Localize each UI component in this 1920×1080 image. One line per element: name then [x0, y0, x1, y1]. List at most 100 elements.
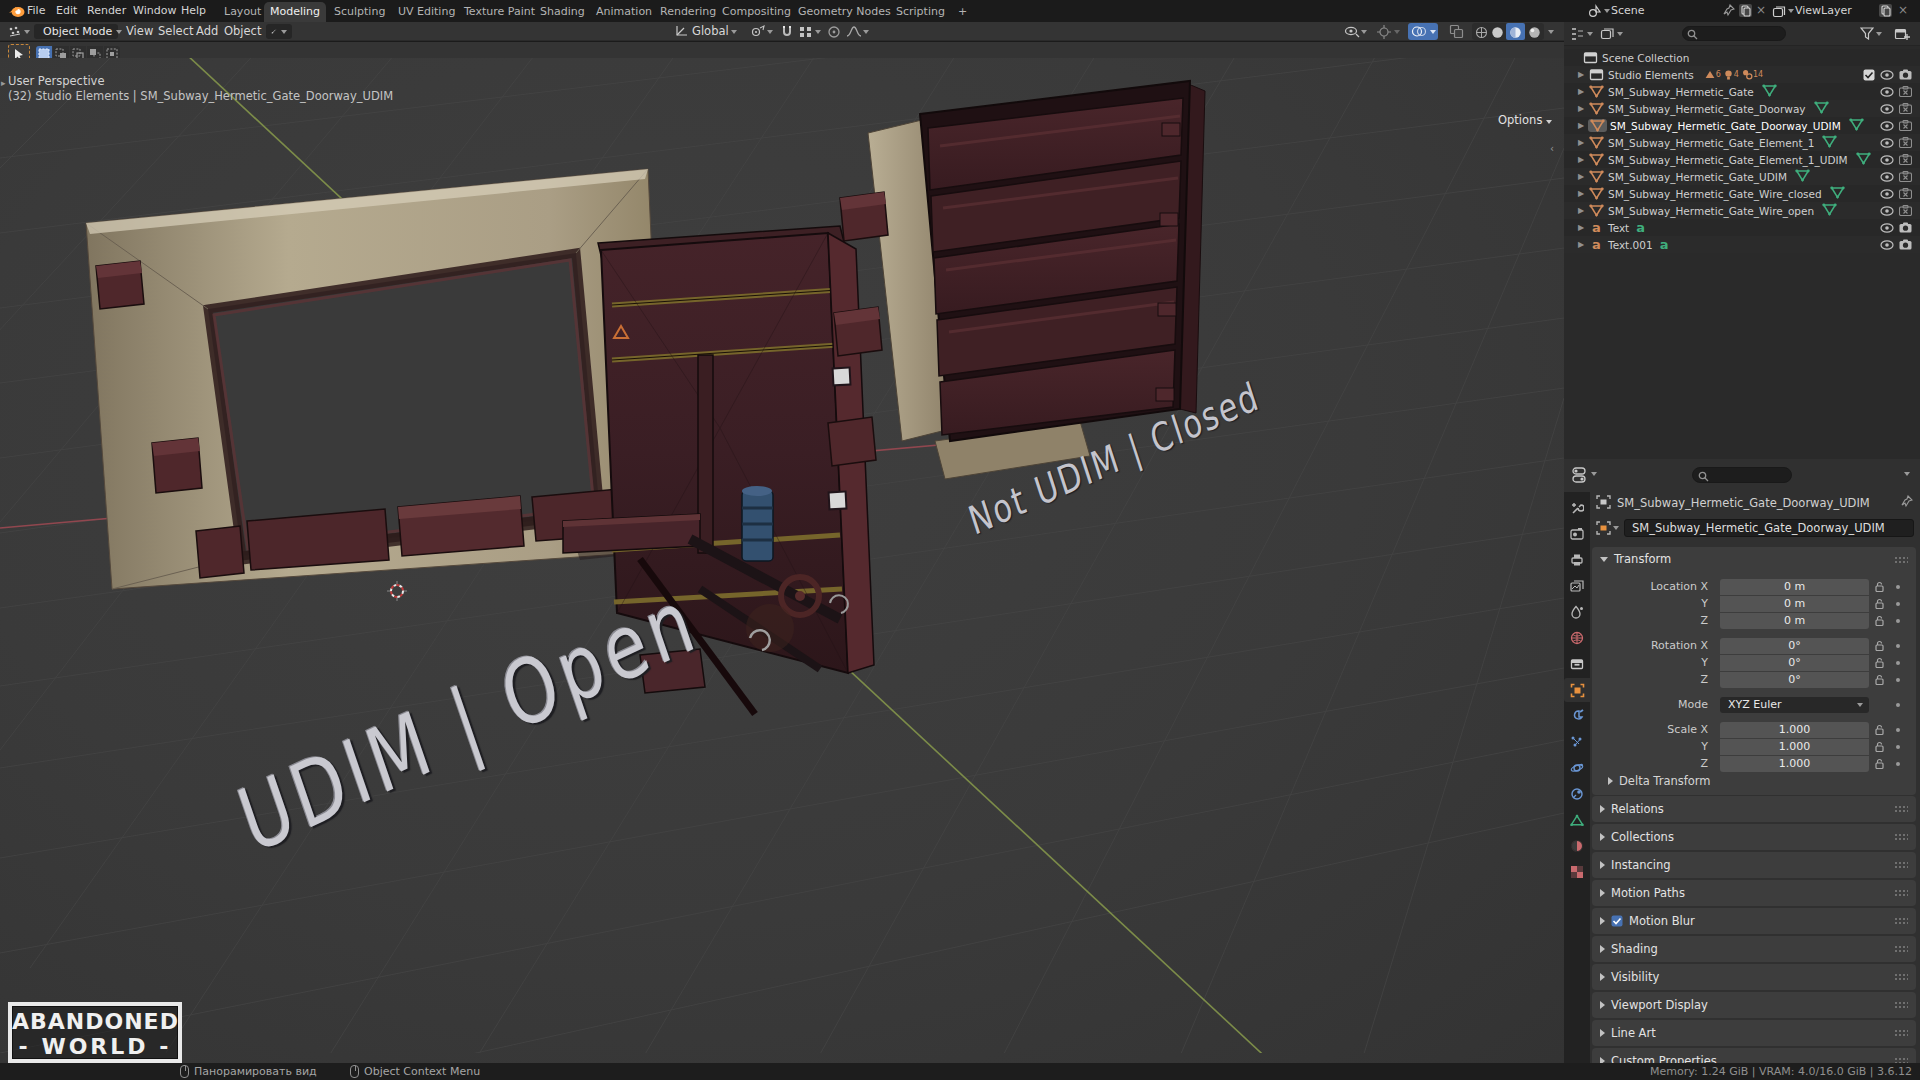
panel-relations[interactable]: Relations: [1592, 796, 1916, 822]
lock-icon[interactable]: [1874, 741, 1885, 753]
panel-motion-paths[interactable]: Motion Paths: [1592, 880, 1916, 906]
pin-id-icon[interactable]: [1900, 495, 1913, 508]
scale-y-field[interactable]: 1.000: [1720, 739, 1869, 755]
panel-shading[interactable]: Shading: [1592, 936, 1916, 962]
render-camera-icon[interactable]: [1899, 222, 1912, 233]
disable-render-icon[interactable]: [1899, 103, 1912, 114]
expand-arrow[interactable]: ▶: [1578, 223, 1588, 232]
xray-toggle-icon[interactable]: [1449, 24, 1464, 39]
shading-rendered-icon[interactable]: [1528, 26, 1541, 39]
panel-grip[interactable]: [1894, 1029, 1908, 1036]
copy-viewlayer-icon[interactable]: [1878, 3, 1893, 18]
panel-grip[interactable]: [1894, 945, 1908, 952]
tab-add-workspace[interactable]: +: [952, 2, 973, 22]
properties-search[interactable]: [1692, 467, 1792, 483]
menu-object[interactable]: Object: [224, 22, 261, 41]
disable-render-icon[interactable]: [1899, 188, 1912, 199]
expand-arrow[interactable]: ▶: [1578, 138, 1588, 147]
tab-render[interactable]: [1564, 522, 1590, 546]
new-collection-icon[interactable]: [1894, 26, 1910, 41]
outliner-row-studio-elements[interactable]: ▶ Studio Elements 6 4 14: [1564, 66, 1920, 83]
outliner-row[interactable]: ▶SM_Subway_Hermetic_Gate_Doorway_UDIM: [1564, 117, 1920, 134]
scale-x-field[interactable]: 1.000: [1720, 722, 1869, 738]
tab-output[interactable]: [1564, 548, 1590, 572]
options-dropdown[interactable]: Options: [1498, 113, 1552, 127]
panel-instancing[interactable]: Instancing: [1592, 852, 1916, 878]
tab-shading[interactable]: Shading: [534, 2, 591, 22]
shading-solid-icon[interactable]: [1491, 26, 1504, 39]
blender-logo[interactable]: [8, 3, 25, 19]
hide-eye-icon[interactable]: [1880, 104, 1894, 114]
expand-arrow[interactable]: ▶: [1578, 121, 1588, 130]
outliner-row[interactable]: ▶SM_Subway_Hermetic_Gate_Wire_open: [1564, 202, 1920, 219]
lock-icon[interactable]: [1874, 724, 1885, 736]
copy-scene-icon[interactable]: [1738, 3, 1753, 18]
outliner-filter-type-icon[interactable]: [1600, 27, 1615, 41]
location-z-field[interactable]: 0 m: [1720, 613, 1869, 629]
show-object-types-icon[interactable]: [1344, 25, 1360, 38]
hide-eye-icon[interactable]: [1880, 223, 1894, 233]
hide-eye-icon[interactable]: [1880, 155, 1894, 165]
remove-viewlayer-icon[interactable]: ×: [1898, 3, 1908, 17]
shading-wireframe-icon[interactable]: [1475, 26, 1488, 39]
lock-icon[interactable]: [1874, 598, 1885, 610]
tab-tool[interactable]: [1564, 496, 1590, 520]
outliner-display-mode-icon[interactable]: [1570, 27, 1585, 41]
shading-material-toggle[interactable]: [1506, 23, 1525, 40]
menu-help[interactable]: Help: [178, 0, 209, 22]
lock-icon[interactable]: [1874, 758, 1885, 770]
filter-funnel-icon[interactable]: [1860, 27, 1874, 40]
hide-eye-icon[interactable]: [1880, 206, 1894, 216]
panel-line-art[interactable]: Line Art: [1592, 1020, 1916, 1046]
tab-texture[interactable]: [1564, 860, 1590, 884]
outliner-row-scene-collection[interactable]: Scene Collection: [1564, 49, 1920, 66]
lock-icon[interactable]: [1874, 657, 1885, 669]
panel-grip[interactable]: [1894, 1001, 1908, 1008]
expand-arrow[interactable]: ▶: [1578, 206, 1588, 215]
lock-icon[interactable]: [1874, 640, 1885, 652]
menu-select[interactable]: Select: [158, 22, 193, 41]
location-x-field[interactable]: 0 m: [1720, 579, 1869, 595]
tab-compositing[interactable]: Compositing: [716, 2, 797, 22]
panel-viewport-display[interactable]: Viewport Display: [1592, 992, 1916, 1018]
3d-viewport[interactable]: User Perspective (32) Studio Elements | …: [0, 58, 1564, 1063]
toolbar-expand-arrow[interactable]: ▸: [1, 78, 6, 88]
panel-grip[interactable]: [1894, 556, 1908, 563]
rotation-mode-select[interactable]: XYZ Euler: [1720, 697, 1869, 713]
lock-icon[interactable]: [1874, 615, 1885, 627]
overlays-toggle[interactable]: [1408, 23, 1438, 40]
mode-selector[interactable]: Object Mode: [34, 24, 118, 39]
collection-checkbox[interactable]: [1863, 69, 1875, 81]
scene-selector[interactable]: Scene: [1608, 0, 1648, 22]
disable-render-icon[interactable]: [1899, 171, 1912, 182]
tab-particles[interactable]: [1564, 730, 1590, 754]
outliner-row[interactable]: ▶SM_Subway_Hermetic_Gate: [1564, 83, 1920, 100]
animate-dot[interactable]: [1896, 585, 1900, 589]
viewlayer-selector[interactable]: ViewLayer: [1792, 0, 1855, 22]
hide-eye-icon[interactable]: [1880, 189, 1894, 199]
breadcrumb[interactable]: SM_Subway_Hermetic_Gate_Doorway_UDIM: [1617, 496, 1870, 510]
tab-scene[interactable]: [1564, 600, 1590, 624]
hide-eye-icon[interactable]: [1880, 70, 1894, 80]
tab-geometry-nodes[interactable]: Geometry Nodes: [792, 2, 897, 22]
expand-arrow[interactable]: ▶: [1578, 189, 1588, 198]
lock-icon[interactable]: [1874, 674, 1885, 686]
animate-dot[interactable]: [1896, 602, 1900, 606]
panel-grip[interactable]: [1894, 805, 1908, 812]
tab-sculpting[interactable]: Sculpting: [328, 2, 391, 22]
falloff-icon[interactable]: [846, 25, 862, 38]
tab-modeling[interactable]: Modeling: [264, 2, 326, 22]
animate-dot[interactable]: [1896, 762, 1900, 766]
panel-grip[interactable]: [1894, 973, 1908, 980]
panel-custom-properties[interactable]: Custom Properties: [1592, 1048, 1916, 1063]
snap-target-icon[interactable]: [750, 25, 765, 39]
sidebar-expand-arrow[interactable]: ‹: [1550, 143, 1554, 154]
panel-grip[interactable]: [1894, 889, 1908, 896]
animate-dot[interactable]: [1896, 728, 1900, 732]
render-camera-icon[interactable]: [1899, 69, 1912, 80]
hide-eye-icon[interactable]: [1880, 87, 1894, 97]
disable-render-icon[interactable]: [1899, 137, 1912, 148]
tab-uv-editing[interactable]: UV Editing: [392, 2, 461, 22]
tab-constraints[interactable]: [1564, 782, 1590, 806]
expand-arrow[interactable]: ▶: [1578, 172, 1588, 181]
